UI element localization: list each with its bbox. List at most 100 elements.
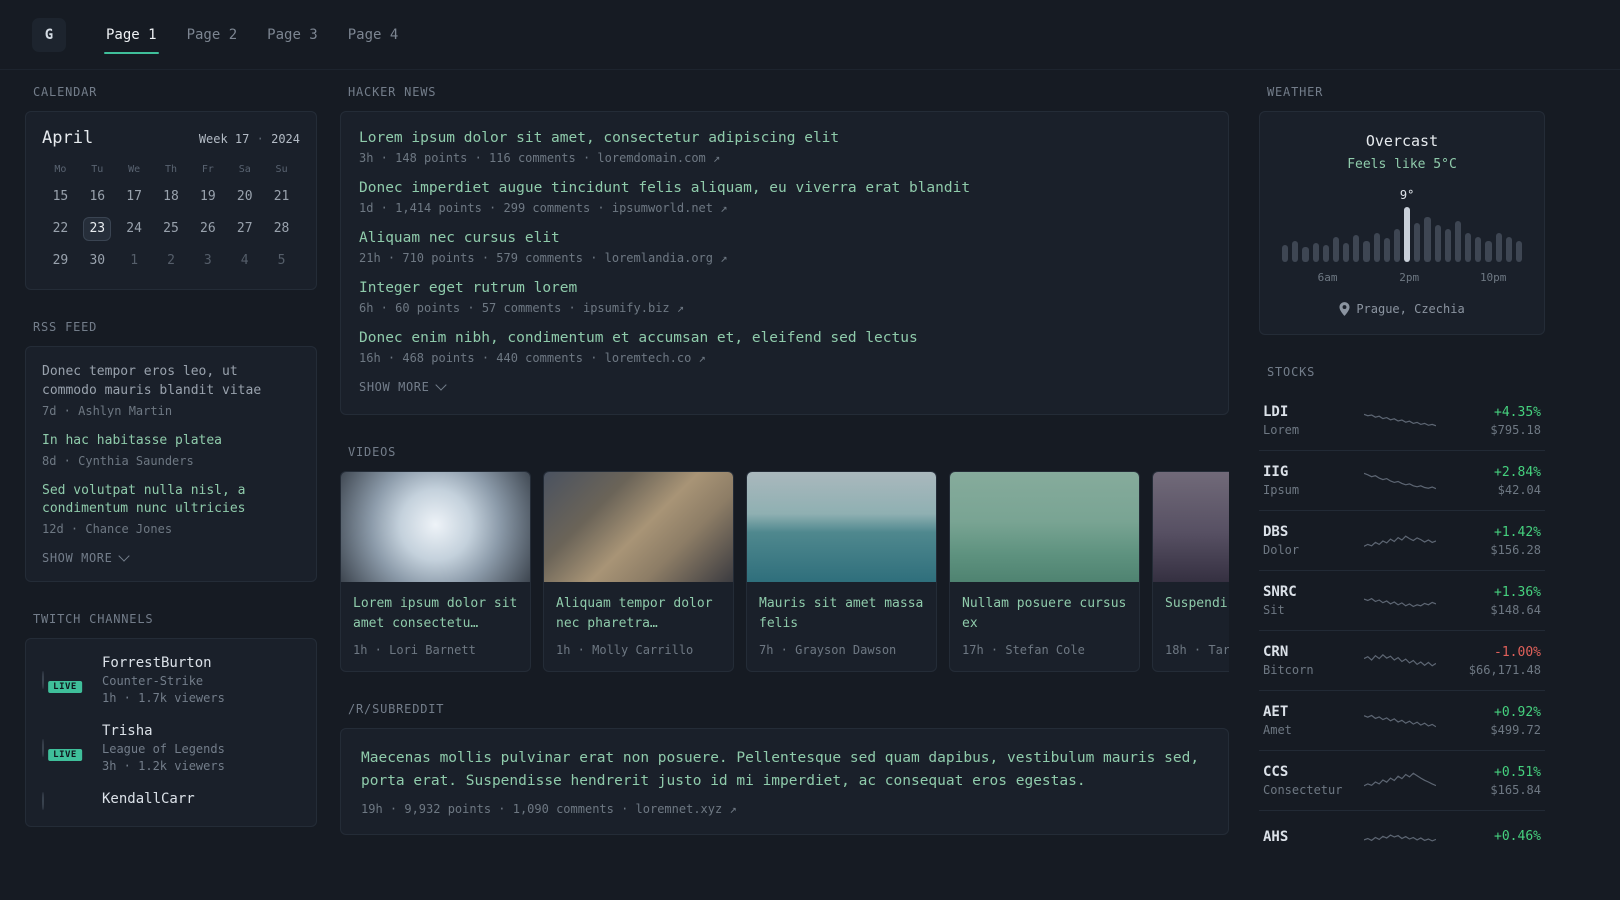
rss-item-title[interactable]: In hac habitasse platea xyxy=(42,432,300,451)
twitch-channel-row[interactable]: LIVE KendallCarr xyxy=(42,791,300,810)
stock-row[interactable]: CRN Bitcorn -1.00% $66,171.48 xyxy=(1259,630,1545,690)
weather-bar xyxy=(1414,222,1421,262)
weather-widget: WEATHER Overcast Feels like 5°C 9° 6am 2p… xyxy=(1259,85,1545,335)
stock-row[interactable]: CCS Consectetur +0.51% $165.84 xyxy=(1259,750,1545,810)
stock-sparkline xyxy=(1351,824,1449,852)
rss-item-title[interactable]: Sed volutpat nulla nisl, a condimentum n… xyxy=(42,482,300,520)
stock-row[interactable]: SNRC Sit +1.36% $148.64 xyxy=(1259,570,1545,630)
video-title[interactable]: Nullam posuere cursus ex xyxy=(962,594,1127,634)
stock-price: $795.18 xyxy=(1490,422,1541,437)
calendar-day: 22 xyxy=(52,221,69,236)
video-thumbnail[interactable] xyxy=(950,472,1139,582)
weather-bar xyxy=(1373,232,1380,262)
weather-bar xyxy=(1322,244,1329,262)
weather-bar xyxy=(1302,246,1309,262)
stock-price: $42.04 xyxy=(1497,482,1541,497)
twitch-channel-list: LIVE ForrestBurton Counter-Strike 1h · 1… xyxy=(42,655,300,810)
video-title[interactable]: Aliquam tempor dolor nec pharetra… xyxy=(556,594,721,634)
stock-left: AHS xyxy=(1263,829,1351,848)
tab-page-3[interactable]: Page 3 xyxy=(265,20,320,50)
video-title[interactable]: Suspendisse diam xyxy=(1165,594,1229,634)
avatar-wrap: LIVE xyxy=(42,671,88,696)
weather-bar xyxy=(1424,217,1431,262)
weather-hour-label: 2pm xyxy=(1399,271,1420,284)
stock-row[interactable]: IIG Ipsum +2.84% $42.04 xyxy=(1259,450,1545,510)
hacker-news-item-meta: 21h · 710 points · 579 comments · loreml… xyxy=(359,251,728,265)
stock-price: $156.28 xyxy=(1490,542,1541,557)
location-pin-icon xyxy=(1339,302,1350,316)
avatar xyxy=(42,671,44,690)
video-title[interactable]: Lorem ipsum dolor sit amet consectetu… xyxy=(353,594,518,634)
stock-symbol: CRN xyxy=(1263,644,1289,660)
stock-name: Sit xyxy=(1263,603,1285,617)
rss-item-meta: 7d · Ashlyn Martin xyxy=(42,403,173,418)
weather-feels-like: Feels like 5°C xyxy=(1347,157,1457,172)
stock-row[interactable]: DBS Dolor +1.42% $156.28 xyxy=(1259,510,1545,570)
rss-item-title[interactable]: Donec tempor eros leo, ut commodo mauris… xyxy=(42,363,300,401)
stock-name: Consectetur xyxy=(1263,783,1343,797)
calendar-day: 21 xyxy=(273,189,290,204)
calendar-day-header: Th xyxy=(164,164,178,175)
hacker-news-item-title[interactable]: Donec imperdiet augue tincidunt felis al… xyxy=(359,180,1210,196)
live-badge: LIVE xyxy=(46,679,84,696)
hacker-news-item-title[interactable]: Lorem ipsum dolor sit amet, consectetur … xyxy=(359,130,1210,146)
hacker-news-show-more-button[interactable]: SHOW MORE xyxy=(359,379,1210,394)
weather-section-title: WEATHER xyxy=(1267,85,1324,99)
hacker-news-item-title[interactable]: Integer eget rutrum lorem xyxy=(359,280,1210,296)
video-thumbnail[interactable] xyxy=(1153,472,1229,582)
live-badge: LIVE xyxy=(46,747,84,764)
video-card[interactable]: Mauris sit amet massa felis 7h · Grayson… xyxy=(746,471,937,673)
weather-bar xyxy=(1495,232,1502,262)
hacker-news-item-title[interactable]: Aliquam nec cursus elit xyxy=(359,230,1210,246)
weather-hour-labels: 6am 2pm 10pm xyxy=(1282,271,1522,286)
video-thumbnail[interactable] xyxy=(341,472,530,582)
middle-column: HACKER NEWS Lorem ipsum dolor sit amet, … xyxy=(340,85,1229,865)
show-more-label: SHOW MORE xyxy=(42,551,113,566)
stock-left: AET Amet xyxy=(1263,704,1351,737)
video-meta: 18h · Tara xyxy=(1165,643,1229,657)
rss-item: In hac habitasse platea 8d · Cynthia Sau… xyxy=(42,432,300,468)
tab-page-1[interactable]: Page 1 xyxy=(104,20,159,54)
stock-row[interactable]: LDI Lorem +4.35% $795.18 xyxy=(1259,391,1545,450)
calendar-day: 3 xyxy=(203,253,212,268)
rss-list: Donec tempor eros leo, ut commodo mauris… xyxy=(42,363,300,536)
video-body: Nullam posuere cursus ex 17h · Stefan Co… xyxy=(950,582,1139,671)
tab-page-2[interactable]: Page 2 xyxy=(185,20,240,50)
rss-item-meta: 8d · Cynthia Saunders xyxy=(42,453,194,468)
video-card[interactable]: Aliquam tempor dolor nec pharetra… 1h · … xyxy=(543,471,734,673)
twitch-channel-row[interactable]: LIVE Trisha League of Legends 3h · 1.2k … xyxy=(42,723,300,773)
weather-hour-label: 6am xyxy=(1317,271,1338,284)
calendar-day: 1 xyxy=(130,253,139,268)
stock-sparkline xyxy=(1351,767,1449,795)
calendar-day: 29 xyxy=(52,253,69,268)
rss-show-more-button[interactable]: SHOW MORE xyxy=(42,550,300,566)
video-title[interactable]: Mauris sit amet massa felis xyxy=(759,594,924,634)
stock-symbol: CCS xyxy=(1263,764,1289,780)
video-thumbnail[interactable] xyxy=(747,472,936,582)
channel-info: ForrestBurton Counter-Strike 1h · 1.7k v… xyxy=(102,655,225,705)
weather-condition: Overcast xyxy=(1365,132,1439,150)
channel-name: KendallCarr xyxy=(102,791,195,808)
channel-info: Trisha League of Legends 3h · 1.2k viewe… xyxy=(102,723,225,773)
twitch-channel-row[interactable]: LIVE ForrestBurton Counter-Strike 1h · 1… xyxy=(42,655,300,705)
stock-row[interactable]: AET Amet +0.92% $499.72 xyxy=(1259,690,1545,750)
video-card[interactable]: Suspendisse diam 18h · Tara xyxy=(1152,471,1229,673)
subreddit-post-title[interactable]: Maecenas mollis pulvinar erat non posuer… xyxy=(361,747,1208,793)
weather-bar xyxy=(1393,229,1401,262)
stock-sparkline xyxy=(1351,587,1449,615)
app-logo[interactable]: G xyxy=(32,17,66,52)
stock-change: +1.36% xyxy=(1494,584,1541,600)
video-card[interactable]: Nullam posuere cursus ex 17h · Stefan Co… xyxy=(949,471,1140,673)
video-thumbnail[interactable] xyxy=(544,472,733,582)
stock-name: Amet xyxy=(1263,723,1292,737)
calendar-day: 5 xyxy=(277,253,286,268)
stock-sparkline xyxy=(1351,467,1449,495)
stock-symbol: AHS xyxy=(1263,828,1289,845)
stock-name: Dolor xyxy=(1263,543,1300,557)
video-card[interactable]: Lorem ipsum dolor sit amet consectetu… 1… xyxy=(340,471,531,673)
hacker-news-item-title[interactable]: Donec enim nibh, condimentum et accumsan… xyxy=(359,330,1210,346)
calendar-month: April xyxy=(42,128,94,148)
hacker-news-item-meta: 6h · 60 points · 57 comments · ipsumify.… xyxy=(359,301,685,315)
stock-row[interactable]: AHS +0.46% xyxy=(1259,810,1545,865)
tab-page-4[interactable]: Page 4 xyxy=(346,20,401,50)
